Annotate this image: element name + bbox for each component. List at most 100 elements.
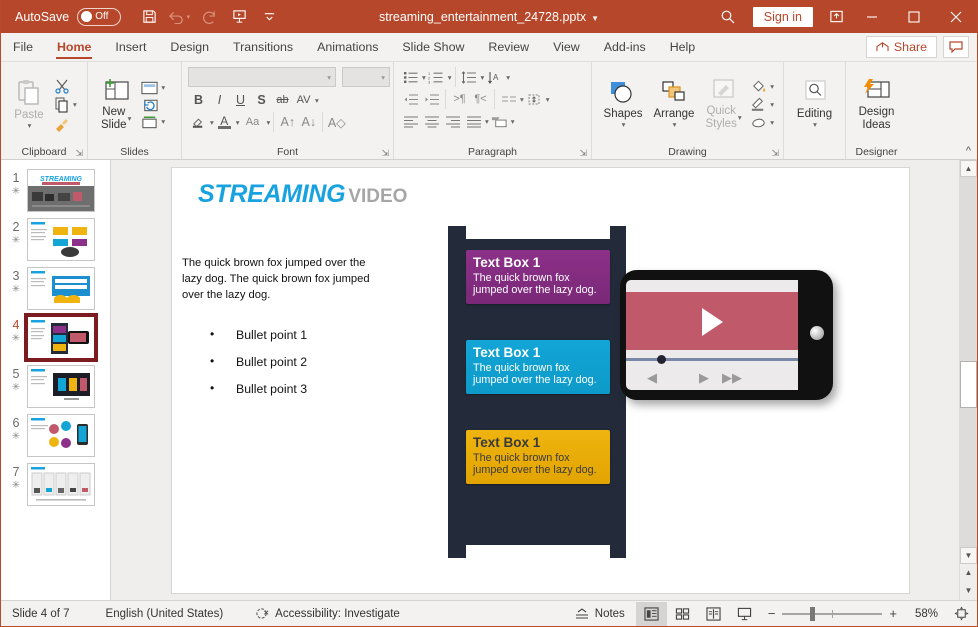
font-dialog-launcher-icon[interactable]: ⇲ [381, 148, 389, 159]
new-slide-button[interactable]: New Slide ▾ [94, 76, 138, 132]
decrease-font-size-button[interactable]: A↓ [298, 112, 319, 132]
font-color-button[interactable]: A [214, 112, 235, 132]
italic-button[interactable]: I [209, 90, 230, 110]
layout-chevron-down-icon[interactable]: ▾ [161, 83, 165, 92]
convert-to-smartart-button[interactable] [489, 111, 510, 131]
customize-quick-access-icon[interactable] [255, 4, 283, 30]
tab-animations[interactable]: Animations [305, 33, 390, 61]
clear-formatting-button[interactable]: A◇ [326, 112, 347, 132]
smartart-chevron-down-icon[interactable]: ▾ [511, 117, 515, 126]
thumbnail-item-2[interactable]: 2 ✳ [1, 215, 110, 264]
slide-title[interactable]: STREAMINGVIDEO [198, 180, 407, 209]
paragraph-dialog-launcher-icon[interactable]: ⇲ [579, 148, 587, 159]
bold-button[interactable]: B [188, 90, 209, 110]
scroll-down-button[interactable]: ▼ [960, 547, 977, 564]
section-chevron-down-icon[interactable]: ▾ [161, 117, 165, 126]
font-name-input[interactable]: ▾ [188, 67, 336, 87]
align-right-button[interactable] [442, 111, 463, 131]
quick-styles-button[interactable]: Quick Styles ▾ [700, 77, 747, 131]
paste-chevron-down-icon[interactable]: ▾ [28, 121, 32, 130]
paste-button[interactable]: Paste ▾ [7, 77, 51, 132]
slide-thumbnail-panel[interactable]: 1 ✳ STREAMING 2 [1, 160, 111, 600]
close-button[interactable] [935, 0, 977, 33]
tab-add-ins[interactable]: Add-ins [592, 33, 658, 61]
comments-button[interactable] [943, 36, 969, 58]
align-left-button[interactable] [400, 111, 421, 131]
underline-button[interactable]: U [230, 90, 251, 110]
scrollbar-track[interactable] [960, 177, 977, 547]
align-center-button[interactable] [421, 111, 442, 131]
zoom-percent-label[interactable]: 58% [904, 608, 938, 620]
filmstrip-frame[interactable]: Text Box 1 The quick brown fox jumped ov… [448, 226, 626, 558]
increase-font-size-button[interactable]: A↑ [277, 112, 298, 132]
minimize-button[interactable] [851, 0, 893, 33]
language-indicator[interactable]: English (United States) [81, 608, 235, 620]
zoom-in-button[interactable]: + [889, 606, 897, 621]
zoom-control[interactable]: − + 58% [760, 606, 946, 621]
slide-show-view-button[interactable] [729, 602, 760, 626]
change-case-button[interactable]: Aa [240, 112, 266, 132]
cut-button[interactable] [51, 77, 80, 95]
notes-button[interactable]: Notes [564, 608, 636, 620]
shape-fill-button[interactable]: ▾ [747, 78, 777, 95]
ltr-text-direction-button[interactable]: >¶ [449, 89, 470, 109]
phone-graphic[interactable]: ◀ ▶ ▶▶ [620, 270, 833, 400]
thumbnail-item-1[interactable]: 1 ✳ STREAMING [1, 166, 110, 215]
zoom-slider[interactable] [782, 613, 882, 615]
rtl-text-direction-button[interactable]: ¶< [470, 89, 491, 109]
thumbnail-slide-4[interactable] [27, 316, 95, 359]
thumbnail-item-3[interactable]: 3 ✳ [1, 264, 110, 313]
bullets-button[interactable] [400, 67, 421, 87]
tab-file[interactable]: File [1, 33, 45, 61]
thumbnail-slide-2[interactable] [27, 218, 95, 261]
text-box-3[interactable]: Text Box 1 The quick brown fox jumped ov… [466, 430, 610, 484]
scrollbar-thumb[interactable] [960, 361, 977, 408]
change-case-chevron-down-icon[interactable]: ▾ [267, 118, 271, 127]
collapse-ribbon-button[interactable]: ^ [966, 145, 971, 157]
tab-transitions[interactable]: Transitions [221, 33, 305, 61]
design-ideas-button[interactable]: Design Ideas [852, 76, 901, 132]
tab-insert[interactable]: Insert [103, 33, 158, 61]
columns-button[interactable] [498, 89, 519, 109]
thumbnail-item-5[interactable]: 5 ✳ [1, 362, 110, 411]
thumbnail-slide-5[interactable] [27, 365, 95, 408]
thumbnail-item-7[interactable]: 7 ✳ [1, 460, 110, 509]
slide-counter[interactable]: Slide 4 of 7 [1, 608, 81, 620]
reset-button[interactable] [138, 97, 168, 113]
document-title[interactable]: streaming_entertainment_24728.pptx [379, 10, 586, 24]
numbering-button[interactable]: 123 [426, 67, 447, 87]
copy-button[interactable]: ▾ [51, 96, 80, 114]
decrease-indent-button[interactable] [400, 89, 421, 109]
next-slide-button[interactable]: ▼ [960, 582, 977, 598]
text-shadow-button[interactable]: S [251, 90, 272, 110]
section-button[interactable]: ▾ [138, 114, 168, 130]
fit-slide-to-window-button[interactable] [946, 606, 977, 621]
thumbnail-slide-6[interactable] [27, 414, 95, 457]
tab-slide-show[interactable]: Slide Show [390, 33, 476, 61]
align-text-chevron-down-icon[interactable]: ▾ [546, 95, 550, 104]
text-direction-chevron-down-icon[interactable]: ▾ [506, 73, 510, 82]
slide-body-paragraph[interactable]: The quick brown fox jumped over the lazy… [182, 256, 382, 304]
layout-button[interactable]: ▾ [138, 80, 168, 96]
redo-icon[interactable] [195, 4, 223, 30]
save-icon[interactable] [135, 4, 163, 30]
shape-effects-button[interactable]: ▾ [747, 114, 777, 131]
copy-chevron-down-icon[interactable]: ▾ [73, 100, 77, 109]
shapes-chevron-down-icon[interactable]: ▾ [622, 120, 626, 129]
shape-effects-chevron-down-icon[interactable]: ▾ [770, 118, 774, 127]
tab-design[interactable]: Design [158, 33, 221, 61]
text-box-2[interactable]: Text Box 1 The quick brown fox jumped ov… [466, 340, 610, 394]
character-spacing-chevron-down-icon[interactable]: ▾ [315, 96, 319, 105]
arrange-chevron-down-icon[interactable]: ▾ [673, 120, 677, 129]
slide-sorter-view-button[interactable] [667, 602, 698, 626]
increase-indent-button[interactable] [421, 89, 442, 109]
thumbnail-slide-7[interactable] [27, 463, 95, 506]
numbering-chevron-down-icon[interactable]: ▾ [448, 73, 452, 82]
start-presentation-icon[interactable] [225, 4, 253, 30]
title-dropdown-icon[interactable]: ▼ [591, 14, 599, 23]
zoom-out-button[interactable]: − [768, 606, 776, 621]
character-spacing-button[interactable]: AV [293, 90, 314, 110]
maximize-button[interactable] [893, 0, 935, 33]
strikethrough-button[interactable]: ab [272, 90, 293, 110]
thumbnail-item-4[interactable]: 4 ✳ [1, 313, 110, 362]
